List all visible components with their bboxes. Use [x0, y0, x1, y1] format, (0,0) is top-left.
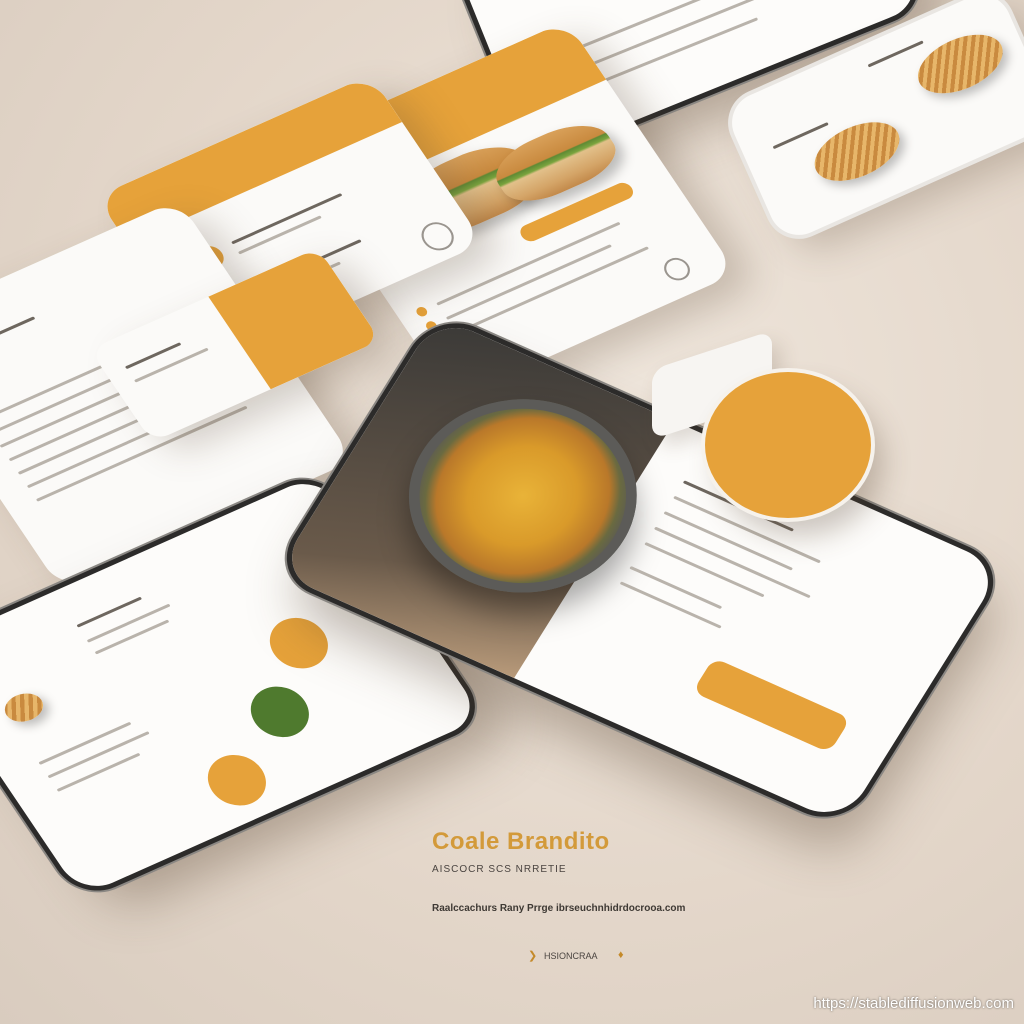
pastry-photo: [805, 110, 909, 193]
location-pin-icon: ♦: [618, 949, 624, 961]
brand-title: Coale Brandito: [432, 828, 610, 855]
round-brand-card: [705, 372, 871, 518]
mockup-scene: Coale Brandito AISCOCR SCS NRRETIE Raalc…: [0, 0, 1024, 1024]
watermark: https://stablediffusionweb.com: [813, 995, 1014, 1012]
brand-tagline: Raalccachurs Rany Prrge ibrseuchnhidrdoc…: [432, 903, 686, 914]
brand-subtitle: AISCOCR SCS NRRETIE: [432, 864, 567, 875]
pastry-photo: [0, 688, 50, 728]
chevron-left-icon: ❯: [528, 950, 538, 962]
pastry-photo: [909, 22, 1012, 106]
brand-footer: HSIONCRAA: [544, 951, 598, 961]
